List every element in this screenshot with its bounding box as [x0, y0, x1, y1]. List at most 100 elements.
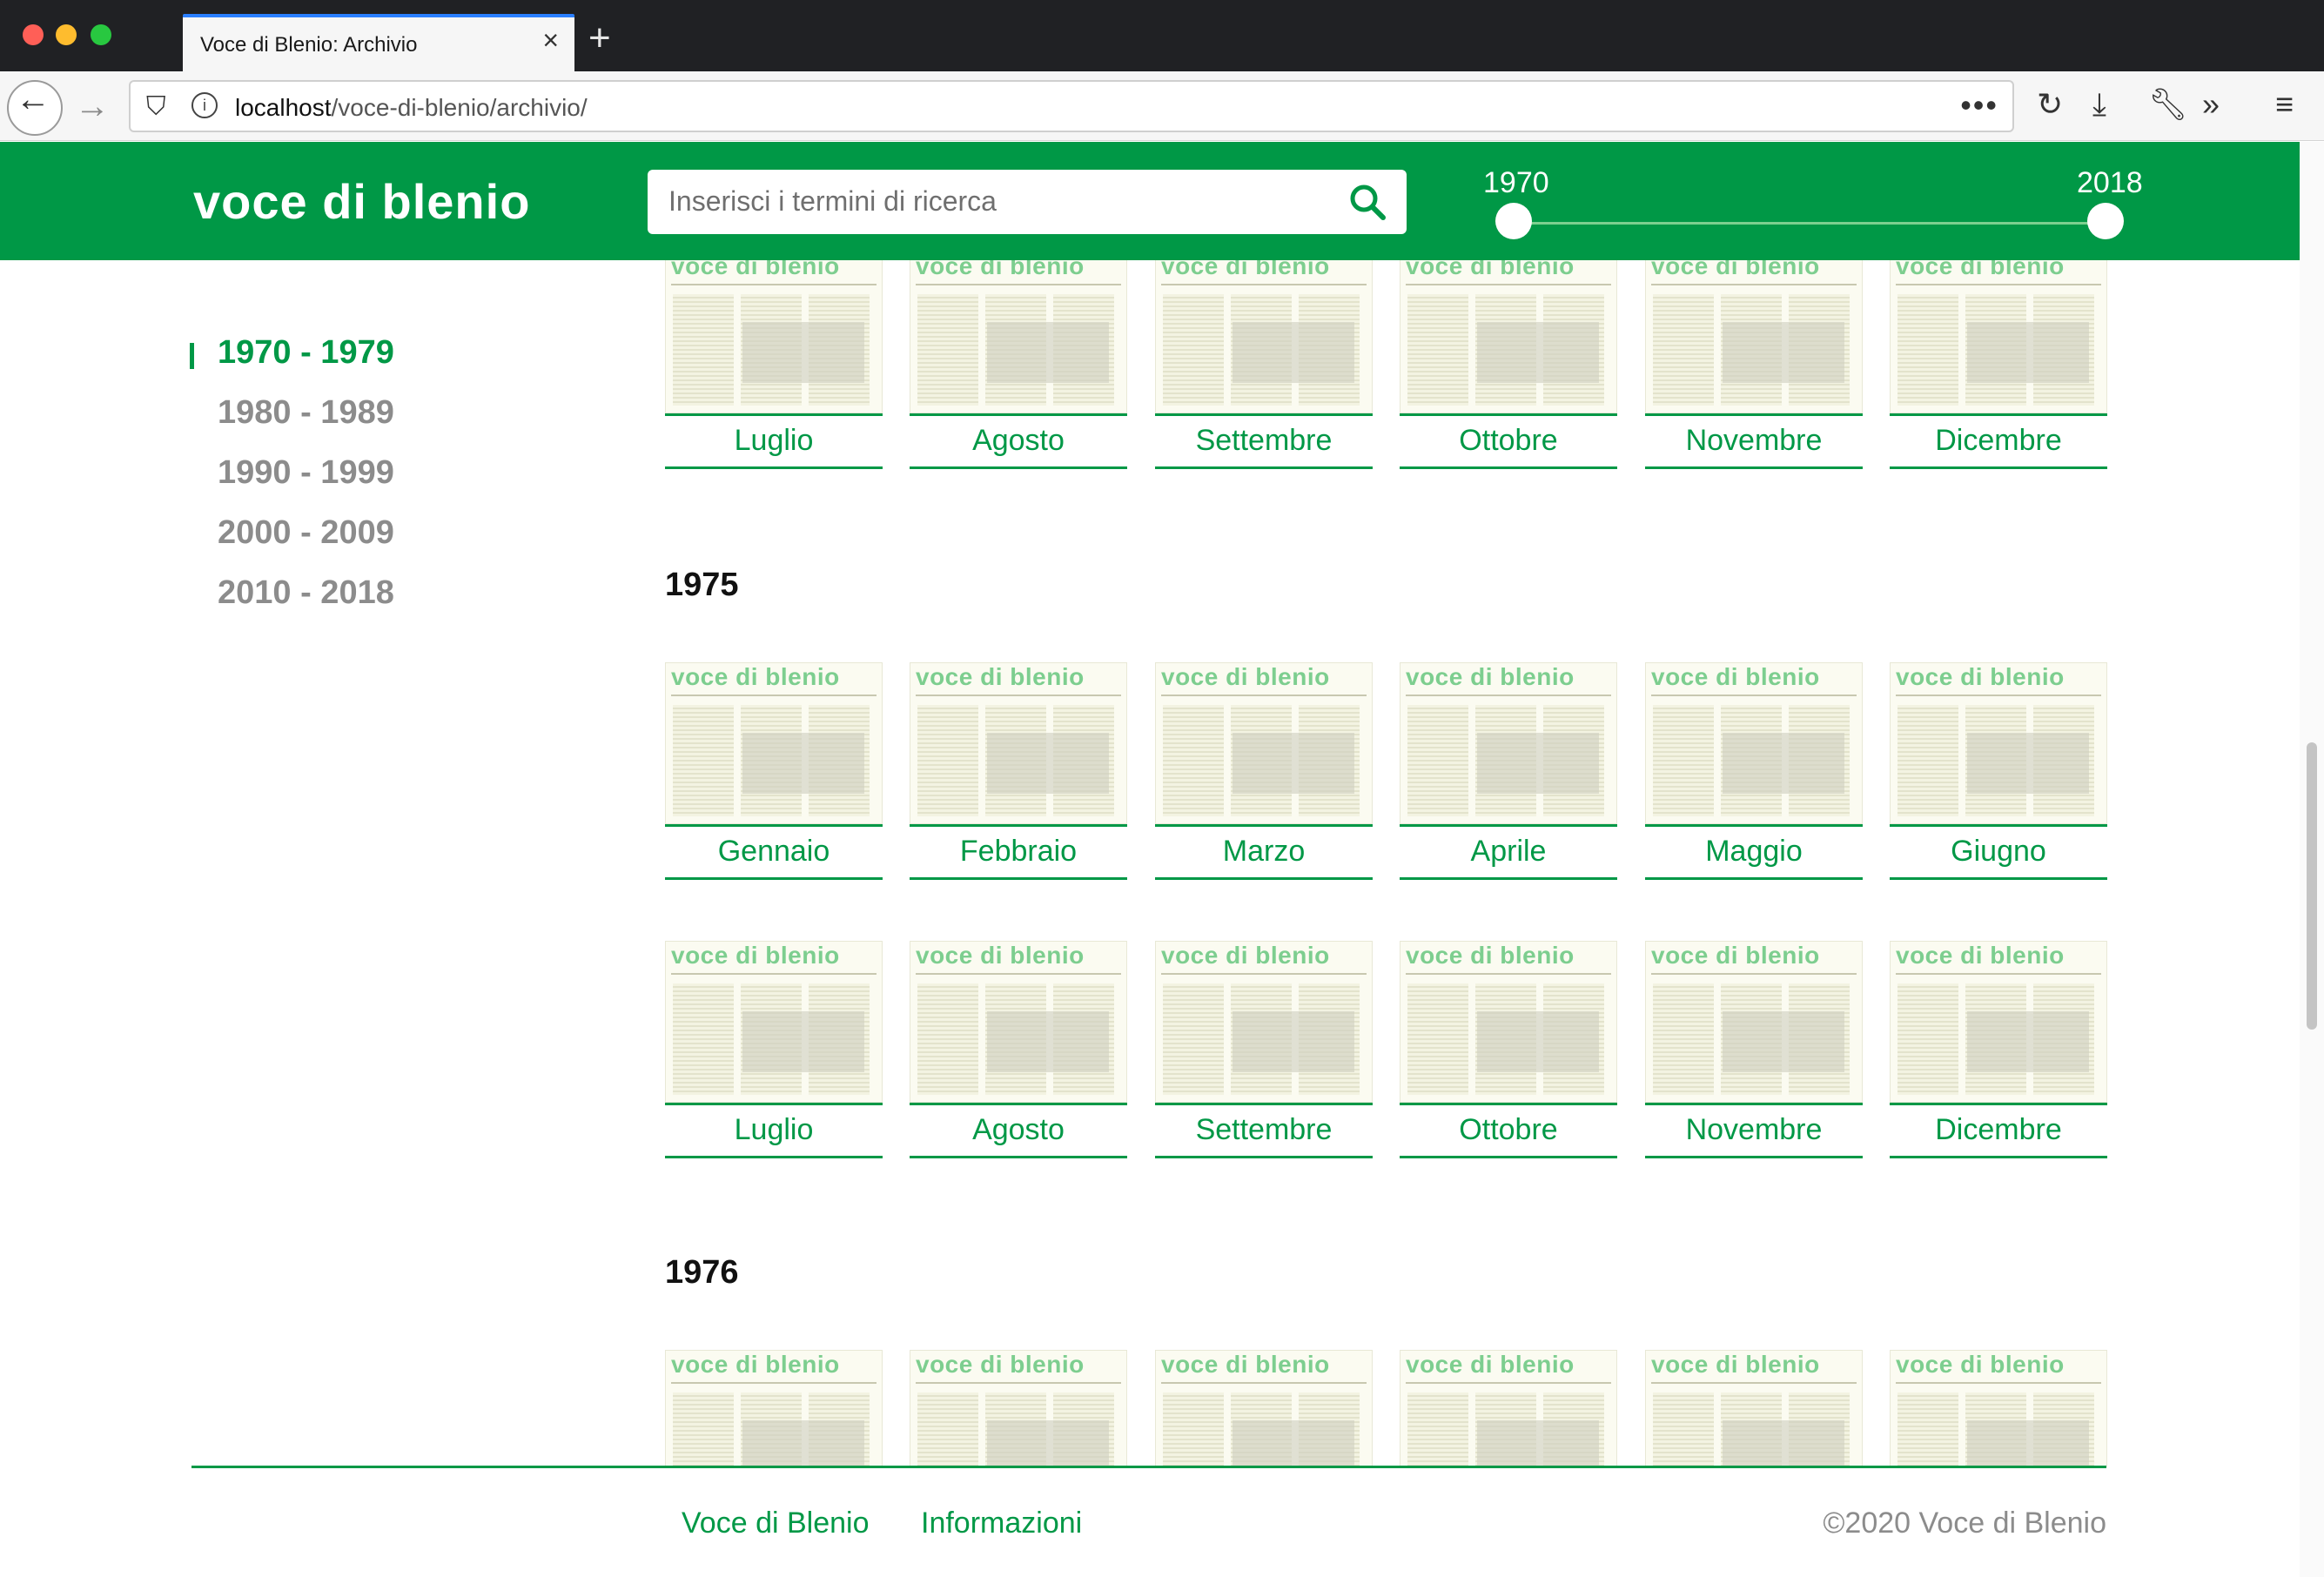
url-text[interactable]: localhost/voce-di-blenio/archivio/: [235, 94, 588, 122]
issue-card[interactable]: voce di blenio Aprile: [1400, 662, 1617, 880]
masthead-rule: [916, 695, 1121, 696]
browser-tab[interactable]: Voce di Blenio: Archivio ×: [183, 14, 574, 71]
issue-card[interactable]: voce di blenio Luglio: [665, 941, 883, 1158]
issue-card[interactable]: voce di blenio: [910, 1350, 1127, 1466]
newspaper-thumbnail[interactable]: voce di blenio: [1155, 1350, 1373, 1466]
maximize-window-button[interactable]: [91, 24, 111, 45]
newspaper-thumbnail[interactable]: voce di blenio: [1890, 1350, 2107, 1466]
month-link[interactable]: Ottobre: [1400, 1103, 1617, 1158]
masthead-text: voce di blenio: [1161, 942, 1330, 969]
overflow-chevron-icon[interactable]: »: [2202, 89, 2220, 120]
month-link[interactable]: Settembre: [1155, 413, 1373, 469]
month-link[interactable]: Luglio: [665, 1103, 883, 1158]
footer-link-info[interactable]: Informazioni: [921, 1507, 1082, 1540]
issue-card[interactable]: voce di blenio Settembre: [1155, 941, 1373, 1158]
newspaper-thumbnail[interactable]: voce di blenio: [1890, 260, 2107, 413]
site-logo[interactable]: voce di blenio: [193, 173, 530, 230]
newspaper-thumbnail[interactable]: voce di blenio: [910, 941, 1127, 1103]
month-link[interactable]: Gennaio: [665, 824, 883, 880]
issue-card[interactable]: voce di blenio Ottobre: [1400, 260, 1617, 469]
newspaper-thumbnail[interactable]: voce di blenio: [1890, 941, 2107, 1103]
text-column: [917, 294, 978, 406]
newspaper-thumbnail[interactable]: voce di blenio: [1645, 662, 1863, 824]
newspaper-thumbnail[interactable]: voce di blenio: [1890, 662, 2107, 824]
new-tab-icon[interactable]: +: [588, 19, 611, 57]
minimize-window-button[interactable]: [56, 24, 77, 45]
issue-card[interactable]: voce di blenio Agosto: [910, 941, 1127, 1158]
search-icon[interactable]: [1347, 182, 1387, 222]
newspaper-thumbnail[interactable]: voce di blenio: [665, 260, 883, 413]
month-link[interactable]: Dicembre: [1890, 1103, 2107, 1158]
month-link[interactable]: Settembre: [1155, 1103, 1373, 1158]
month-link[interactable]: Maggio: [1645, 824, 1863, 880]
month-link[interactable]: Aprile: [1400, 824, 1617, 880]
issue-card[interactable]: voce di blenio: [1155, 1350, 1373, 1466]
footer-link-home[interactable]: Voce di Blenio: [682, 1507, 870, 1540]
menu-icon[interactable]: ≡: [2275, 89, 2294, 120]
month-link[interactable]: Novembre: [1645, 1103, 1863, 1158]
month-link[interactable]: Dicembre: [1890, 413, 2107, 469]
archive-grid: voce di blenio Luglio voce di blenio Agosto…: [0, 260, 2300, 1466]
text-column: [917, 1392, 978, 1466]
issue-card[interactable]: voce di blenio Novembre: [1645, 941, 1863, 1158]
issue-card[interactable]: voce di blenio Agosto: [910, 260, 1127, 469]
issue-card[interactable]: voce di blenio Maggio: [1645, 662, 1863, 880]
search-input[interactable]: [668, 182, 1330, 220]
wrench-icon[interactable]: 🔧︎: [2148, 89, 2188, 120]
download-icon[interactable]: ⤓: [2092, 89, 2106, 120]
newspaper-thumbnail[interactable]: voce di blenio: [1155, 260, 1373, 413]
newspaper-thumbnail[interactable]: voce di blenio: [1400, 260, 1617, 413]
newspaper-thumbnail[interactable]: voce di blenio: [910, 260, 1127, 413]
newspaper-thumbnail[interactable]: voce di blenio: [665, 941, 883, 1103]
month-link[interactable]: Agosto: [910, 413, 1127, 469]
newspaper-thumbnail[interactable]: voce di blenio: [1645, 941, 1863, 1103]
page-scrollbar[interactable]: [2300, 142, 2324, 1577]
issue-card[interactable]: voce di blenio: [1400, 1350, 1617, 1466]
issue-card[interactable]: voce di blenio: [665, 1350, 883, 1466]
newspaper-thumbnail[interactable]: voce di blenio: [1645, 1350, 1863, 1466]
month-link[interactable]: Novembre: [1645, 413, 1863, 469]
newspaper-thumbnail[interactable]: voce di blenio: [1645, 260, 1863, 413]
info-icon[interactable]: i: [191, 92, 218, 118]
close-tab-icon[interactable]: ×: [542, 26, 559, 54]
issue-card[interactable]: voce di blenio Dicembre: [1890, 941, 2107, 1158]
newspaper-thumbnail[interactable]: voce di blenio: [665, 662, 883, 824]
range-start-handle[interactable]: [1495, 203, 1532, 239]
issue-card[interactable]: voce di blenio Gennaio: [665, 662, 883, 880]
issue-card[interactable]: voce di blenio: [1890, 1350, 2107, 1466]
reload-icon[interactable]: ↻: [2037, 89, 2063, 120]
shield-icon[interactable]: ⛉: [146, 92, 166, 122]
newspaper-thumbnail[interactable]: voce di blenio: [1400, 941, 1617, 1103]
issue-card[interactable]: voce di blenio Luglio: [665, 260, 883, 469]
month-link[interactable]: Giugno: [1890, 824, 2107, 880]
newspaper-thumbnail[interactable]: voce di blenio: [1400, 1350, 1617, 1466]
issue-card[interactable]: voce di blenio Febbraio: [910, 662, 1127, 880]
newspaper-thumbnail[interactable]: voce di blenio: [1400, 662, 1617, 824]
newspaper-thumbnail[interactable]: voce di blenio: [910, 1350, 1127, 1466]
close-window-button[interactable]: [23, 24, 44, 45]
newspaper-thumbnail[interactable]: voce di blenio: [1155, 941, 1373, 1103]
year-range-slider[interactable]: [1513, 222, 2106, 225]
url-path: /voce-di-blenio/archivio/: [331, 94, 588, 121]
page-actions-icon[interactable]: •••: [1960, 87, 1998, 124]
range-end-handle[interactable]: [2087, 203, 2124, 239]
month-link[interactable]: Febbraio: [910, 824, 1127, 880]
issue-card[interactable]: voce di blenio Dicembre: [1890, 260, 2107, 469]
newspaper-thumbnail[interactable]: voce di blenio: [1155, 662, 1373, 824]
issue-card[interactable]: voce di blenio Ottobre: [1400, 941, 1617, 1158]
month-link[interactable]: Marzo: [1155, 824, 1373, 880]
issue-card[interactable]: voce di blenio Novembre: [1645, 260, 1863, 469]
issue-card[interactable]: voce di blenio: [1645, 1350, 1863, 1466]
month-link[interactable]: Luglio: [665, 413, 883, 469]
issue-card[interactable]: voce di blenio Giugno: [1890, 662, 2107, 880]
issue-card[interactable]: voce di blenio Settembre: [1155, 260, 1373, 469]
forward-arrow-icon[interactable]: →: [75, 87, 110, 126]
scrollbar-thumb[interactable]: [2307, 742, 2317, 1030]
address-bar[interactable]: ⛉ i localhost/voce-di-blenio/archivio/ •…: [129, 80, 2014, 132]
newspaper-thumbnail[interactable]: voce di blenio: [910, 662, 1127, 824]
back-arrow-icon[interactable]: ←: [16, 80, 50, 119]
issue-card[interactable]: voce di blenio Marzo: [1155, 662, 1373, 880]
newspaper-thumbnail[interactable]: voce di blenio: [665, 1350, 883, 1466]
month-link[interactable]: Ottobre: [1400, 413, 1617, 469]
month-link[interactable]: Agosto: [910, 1103, 1127, 1158]
